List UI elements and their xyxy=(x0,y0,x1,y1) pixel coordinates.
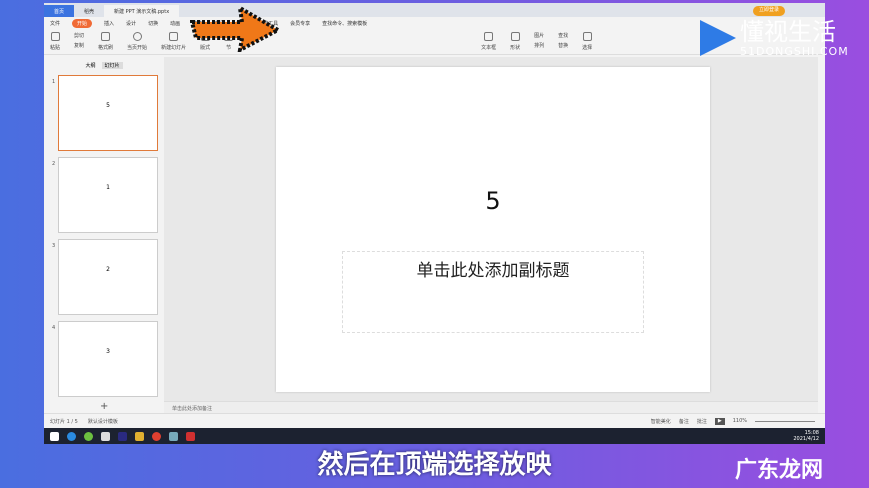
menu-file[interactable]: 文件 xyxy=(50,20,60,27)
beautify-button[interactable]: 智能美化 xyxy=(651,418,671,425)
tab-docer[interactable]: 稻壳 xyxy=(74,5,104,17)
new-slide-button[interactable]: 新建幻灯片 xyxy=(161,32,186,51)
menu-member[interactable]: 会员专享 xyxy=(290,20,310,27)
slide-count: 幻灯片 1 / 5 xyxy=(50,418,78,425)
app-icon[interactable] xyxy=(101,431,110,441)
slide-number: 1 xyxy=(52,79,56,85)
label: 当页开始 xyxy=(127,45,148,51)
logo-play-icon xyxy=(700,20,736,56)
replace-label[interactable]: 替换 xyxy=(558,42,568,49)
shape-button[interactable]: 形状 xyxy=(510,32,520,51)
notes-button[interactable]: 备注 xyxy=(679,418,689,425)
label: 剪切 xyxy=(74,33,85,39)
subtitle-placeholder[interactable]: 单击此处添加副标题 xyxy=(342,251,644,333)
slide-title[interactable]: 5 xyxy=(276,187,710,215)
app-icon[interactable] xyxy=(84,431,93,441)
brush-icon xyxy=(101,32,111,41)
tab-home[interactable]: 首页 xyxy=(44,5,75,17)
font-format-group xyxy=(247,32,467,51)
tab-outline[interactable]: 大纲 xyxy=(85,62,95,69)
slide-thumbnail[interactable]: 1 xyxy=(58,157,158,233)
slide-number: 3 xyxy=(52,243,56,249)
menu-home[interactable]: 开始 xyxy=(72,18,93,28)
search-command[interactable]: 查找命令、搜索模板 xyxy=(322,20,367,27)
windows-taskbar: 15:08 2021/4/12 xyxy=(44,428,825,444)
arrange-label[interactable]: 排列 xyxy=(534,42,544,49)
label: 选择 xyxy=(582,45,593,51)
select-icon xyxy=(582,32,592,41)
tab-slides[interactable]: 幻灯片 xyxy=(101,62,123,69)
date: 2021/4/12 xyxy=(793,436,819,442)
label: 查找 xyxy=(558,33,569,39)
slide-thumbnail[interactable]: 5 xyxy=(58,75,158,151)
comment-button[interactable]: 批注 xyxy=(697,418,707,425)
slideshow-play-button[interactable]: ▶ xyxy=(714,417,725,425)
slide-number: 2 xyxy=(52,161,56,167)
textbox-icon xyxy=(484,32,494,41)
new-slide-icon xyxy=(169,32,179,41)
menu-design[interactable]: 设计 xyxy=(126,20,136,27)
watermark: 广东龙网 xyxy=(735,458,824,483)
menu-animation[interactable]: 动画 xyxy=(170,20,180,27)
textbox-button[interactable]: 文本框 xyxy=(481,32,496,51)
notes-input[interactable]: 单击此处添加备注 xyxy=(164,401,818,413)
play-icon xyxy=(132,32,142,41)
label: 形状 xyxy=(510,45,521,51)
folder-icon[interactable] xyxy=(135,431,144,441)
picture-button[interactable]: 图片 排列 xyxy=(534,32,544,51)
tab-document[interactable]: 新建 PPT 演示文稿.pptx xyxy=(104,5,180,17)
premiere-icon[interactable] xyxy=(118,431,127,441)
play-from-current-button[interactable]: 当页开始 xyxy=(127,32,147,51)
slide-panel: 大纲 幻灯片 1 5 2 1 3 2 4 3 + xyxy=(44,57,164,413)
arrow-annotation-icon xyxy=(190,6,280,52)
paste-icon xyxy=(50,32,60,41)
current-slide[interactable]: 5 单击此处添加副标题 xyxy=(276,67,710,392)
cut-button[interactable]: 剪切 复制 xyxy=(74,32,84,51)
label: 图片 xyxy=(534,33,545,39)
wps-window: 首页 稻壳 新建 PPT 演示文稿.pptx 立即登录 文件 开始 插入 设计 … xyxy=(44,3,825,428)
label: 新建幻灯片 xyxy=(161,45,187,51)
tab-bar: 首页 稻壳 新建 PPT 演示文稿.pptx 立即登录 xyxy=(44,3,825,17)
select-button[interactable]: 选择 xyxy=(582,32,592,51)
edge-icon[interactable] xyxy=(67,431,76,441)
label: 格式刷 xyxy=(98,45,114,51)
format-painter-button[interactable]: 格式刷 xyxy=(98,32,113,51)
add-slide-button[interactable]: + xyxy=(100,401,108,412)
slide-number: 4 xyxy=(52,325,56,331)
find-button[interactable]: 查找 替换 xyxy=(558,32,568,51)
slide-thumbnail[interactable]: 3 xyxy=(58,321,158,397)
menu-transition[interactable]: 切换 xyxy=(148,20,158,27)
paste-button[interactable]: 粘贴 xyxy=(50,32,60,51)
app-icon[interactable] xyxy=(169,431,178,441)
copy-label[interactable]: 复制 xyxy=(74,42,84,49)
slide-thumbnail[interactable]: 2 xyxy=(58,239,158,315)
start-icon[interactable] xyxy=(50,431,59,441)
chrome-icon[interactable] xyxy=(152,431,161,441)
label: 粘贴 xyxy=(50,45,61,51)
zoom-level[interactable]: 110% xyxy=(733,418,747,425)
logo-name: 懂视生活 xyxy=(740,17,836,46)
logo-url: 51DONGSHI.COM xyxy=(740,44,849,58)
slide-editor: 5 单击此处添加副标题 xyxy=(164,57,818,401)
logo: 懂视生活 51DONGSHI.COM xyxy=(700,16,850,60)
menu-insert[interactable]: 插入 xyxy=(104,20,114,27)
shape-icon xyxy=(510,32,520,41)
label: 文本框 xyxy=(481,45,497,51)
status-bar: 幻灯片 1 / 5 默认设计模板 智能美化 备注 批注 ▶ 110% xyxy=(44,413,825,428)
wps-icon[interactable] xyxy=(186,431,195,441)
zoom-slider[interactable] xyxy=(755,420,815,425)
template-name: 默认设计模板 xyxy=(87,418,118,425)
clock[interactable]: 15:08 2021/4/12 xyxy=(793,430,825,442)
login-button[interactable]: 立即登录 xyxy=(752,6,785,16)
